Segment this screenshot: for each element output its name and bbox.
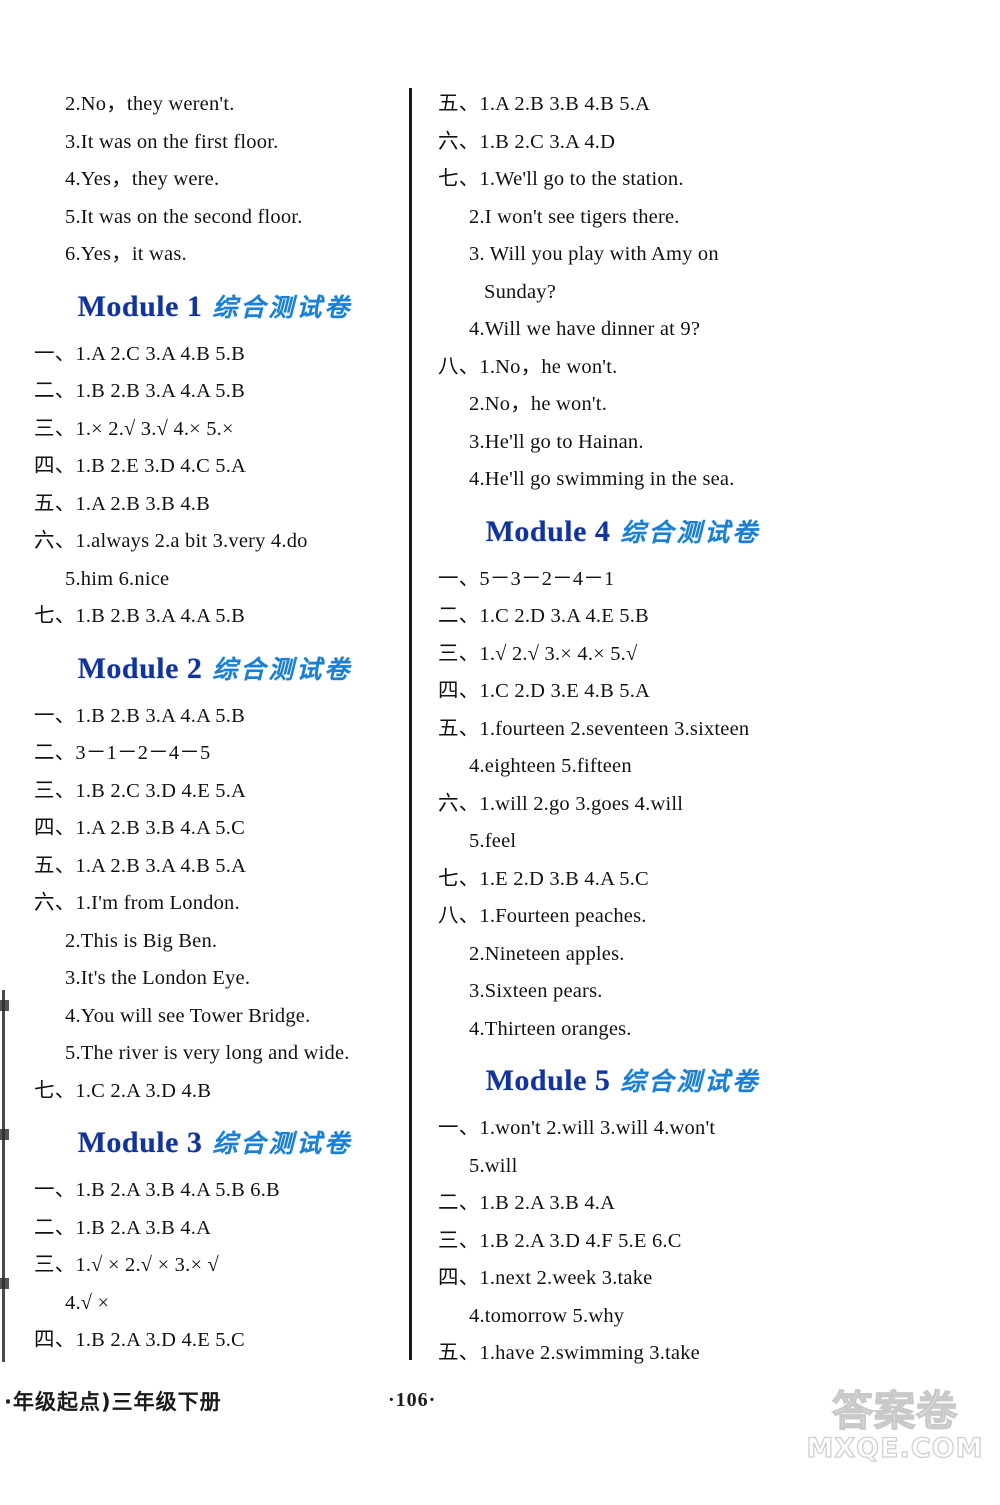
answer-line: 五、1.A 2.B 3.A 4.B 5.A xyxy=(34,854,247,877)
right-answer-column: 五、1.A 2.B 3.B 4.B 5.A 六、1.B 2.C 3.A 4.D … xyxy=(438,86,808,1373)
answer-line: 五、1.A 2.B 3.B 4.B xyxy=(34,492,210,515)
scan-artifact-blob xyxy=(0,1129,9,1140)
answer-line: 三、1.B 2.C 3.D 4.E 5.A xyxy=(34,779,247,802)
answer-line: 二、1.C 2.D 3.A 4.E 5.B xyxy=(438,605,649,627)
answer-line: 4.Thirteen oranges. xyxy=(469,1017,632,1040)
answer-line: 一、1.won't 2.will 3.will 4.won't xyxy=(438,1117,716,1139)
answer-line: 3.It's the London Eye. xyxy=(65,967,251,989)
watermark-logo-text: 答案卷 xyxy=(831,1387,958,1435)
answer-line: 八、1.Fourteen peaches. xyxy=(438,905,647,927)
answer-line: 三、1.× 2.√ 3.√ 4.× 5.× xyxy=(34,417,234,440)
answer-line: 六、1.will 2.go 3.goes 4.will xyxy=(438,792,684,815)
answer-line: 二、1.B 2.A 3.B 4.A xyxy=(34,1216,212,1239)
module-heading-title: Module 2 xyxy=(77,651,203,685)
answer-line: 4.Yes，they were. xyxy=(65,168,220,190)
answer-line: 六、1.always 2.a bit 3.very 4.do xyxy=(34,530,308,552)
module-heading-subtitle: 综合测试卷 xyxy=(620,1067,761,1096)
module-heading-subtitle: 综合测试卷 xyxy=(212,292,353,322)
answer-line: 6.Yes，it was. xyxy=(65,243,187,265)
answer-line: 4.√ × xyxy=(65,1291,110,1314)
column-divider xyxy=(409,88,412,1360)
answer-line: 3.It was on the first floor. xyxy=(65,130,279,153)
answer-line: 4.tomorrow 5.why xyxy=(469,1304,625,1327)
answer-line: 六、1.B 2.C 3.A 4.D xyxy=(438,130,616,153)
answer-line: 4.Will we have dinner at 9? xyxy=(469,318,701,340)
answer-line: 4.eighteen 5.fifteen xyxy=(469,755,632,777)
answer-line: 四、1.B 2.E 3.D 4.C 5.A xyxy=(34,455,247,477)
answer-line: 一、1.B 2.B 3.A 4.A 5.B xyxy=(34,704,245,727)
module-heading-2: Module 2 综合测试卷 xyxy=(34,650,396,686)
watermark: 答案卷 MXQE.COM xyxy=(800,1387,990,1464)
answer-line: 3.He'll go to Hainan. xyxy=(469,430,644,453)
module-heading-title: Module 3 xyxy=(77,1126,203,1159)
module-heading-4: Module 4 综合测试卷 xyxy=(438,513,808,549)
scan-artifact-blob xyxy=(0,1278,9,1289)
answer-line: 一、5－3－2－4－1 xyxy=(438,567,615,590)
answer-line: 三、1.B 2.A 3.D 4.F 5.E 6.C xyxy=(438,1229,682,1252)
answer-line: 5.will xyxy=(469,1154,518,1177)
answer-line: 七、1.E 2.D 3.B 4.A 5.C xyxy=(438,867,649,890)
module-heading-title: Module 5 xyxy=(485,1064,611,1097)
watermark-url-text: MXQE.COM xyxy=(806,1433,984,1464)
module-heading-5: Module 5 综合测试卷 xyxy=(438,1062,808,1098)
answer-line: 一、1.B 2.A 3.B 4.A 5.B 6.B xyxy=(34,1179,280,1201)
scan-artifact-line xyxy=(2,990,5,1362)
answer-line: 2.No，he won't. xyxy=(469,393,608,415)
scan-artifact-blob xyxy=(0,1000,9,1011)
answer-line: Sunday? xyxy=(484,280,556,303)
answer-line: 5.It was on the second floor. xyxy=(65,205,303,228)
answer-line: 七、1.C 2.A 3.D 4.B xyxy=(34,1079,212,1102)
answer-line: 2.I won't see tigers there. xyxy=(469,205,680,228)
answer-line: 四、1.C 2.D 3.E 4.B 5.A xyxy=(438,680,651,702)
answer-line: 三、1.√ × 2.√ × 3.× √ xyxy=(34,1254,219,1276)
footer-book-title: ·年级起点)三年级下册 xyxy=(4,1390,222,1414)
left-answer-column: 2.No，they weren't. 3.It was on the first… xyxy=(34,86,396,1360)
module-heading-title: Module 1 xyxy=(77,289,203,323)
answer-line: 七、1.B 2.B 3.A 4.A 5.B xyxy=(34,605,245,627)
answer-line: 五、1.A 2.B 3.B 4.B 5.A xyxy=(438,93,651,115)
module-heading-title: Module 4 xyxy=(485,514,611,548)
answer-line: 二、1.B 2.A 3.B 4.A xyxy=(438,1192,616,1214)
answer-line: 3.Sixteen pears. xyxy=(469,980,603,1002)
answer-line: 4.You will see Tower Bridge. xyxy=(65,1004,311,1027)
answer-line: 四、1.B 2.A 3.D 4.E 5.C xyxy=(34,1329,245,1351)
answer-line: 七、1.We'll go to the station. xyxy=(438,168,684,190)
answer-line: 五、1.fourteen 2.seventeen 3.sixteen xyxy=(438,717,750,740)
module-heading-subtitle: 综合测试卷 xyxy=(212,1129,353,1158)
module-heading-subtitle: 综合测试卷 xyxy=(620,517,761,547)
answer-line: 2.No，they weren't. xyxy=(65,93,235,115)
answer-line: 2.This is Big Ben. xyxy=(65,929,218,952)
answer-line: 四、1.next 2.week 3.take xyxy=(438,1267,653,1289)
answer-line: 二、3－1－2－4－5 xyxy=(34,742,211,764)
page-number: ·106· xyxy=(388,1389,437,1411)
answer-line: 5.The river is very long and wide. xyxy=(65,1042,350,1064)
answer-line: 2.Nineteen apples. xyxy=(469,942,625,965)
module-heading-subtitle: 综合测试卷 xyxy=(212,654,353,684)
answer-line: 二、1.B 2.B 3.A 4.A 5.B xyxy=(34,380,245,402)
answer-line: 三、1.√ 2.√ 3.× 4.× 5.√ xyxy=(438,642,638,665)
answer-key-page: 2.No，they weren't. 3.It was on the first… xyxy=(0,0,1000,1505)
answer-line: 五、1.have 2.swimming 3.take xyxy=(438,1342,700,1364)
answer-line: 八、1.No，he won't. xyxy=(438,355,618,378)
answer-line: 5.him 6.nice xyxy=(65,567,170,590)
answer-line: 5.feel xyxy=(469,830,517,852)
answer-line: 4.He'll go swimming in the sea. xyxy=(469,468,735,490)
answer-line: 六、1.I'm from London. xyxy=(34,892,240,914)
answer-line: 一、1.A 2.C 3.A 4.B 5.B xyxy=(34,342,245,365)
answer-line: 四、1.A 2.B 3.B 4.A 5.C xyxy=(34,817,245,839)
module-heading-3: Module 3 综合测试卷 xyxy=(34,1124,396,1160)
answer-line: 3. Will you play with Amy on xyxy=(469,243,719,265)
module-heading-1: Module 1 综合测试卷 xyxy=(34,288,396,324)
